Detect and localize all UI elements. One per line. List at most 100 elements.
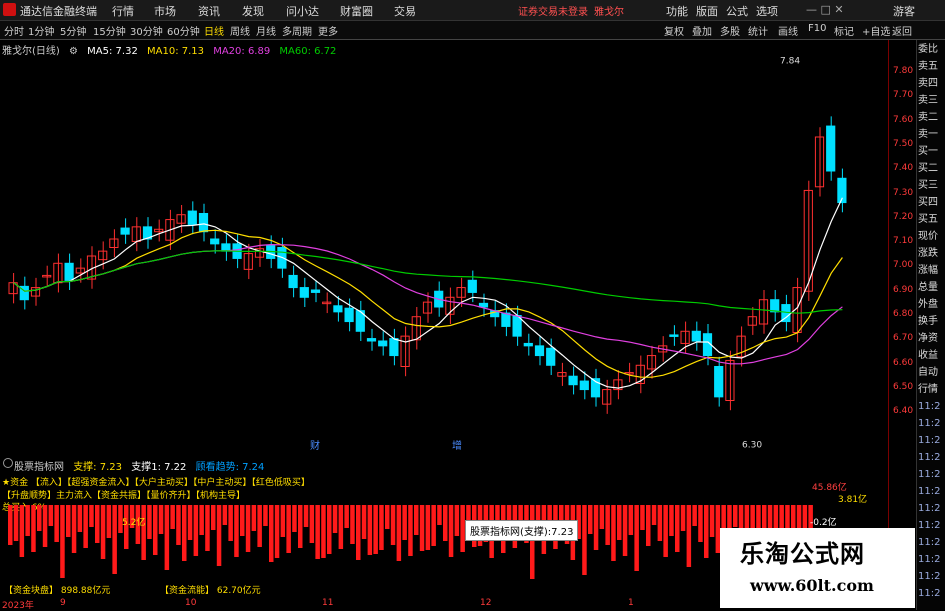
indicator-bar [437, 505, 442, 525]
menu-zixun[interactable]: 资讯 [198, 3, 220, 19]
kline-chart[interactable]: 7.84 6.30 财 增 [0, 55, 888, 455]
indicator-bar [141, 505, 146, 560]
period-60min[interactable]: 60分钟 [167, 23, 200, 38]
indicator-bar [240, 505, 245, 536]
side-panel-item[interactable]: 买四 [918, 197, 945, 209]
btn-duogu[interactable]: 多股 [720, 23, 740, 38]
side-panel-item[interactable]: 11:2 [918, 435, 945, 447]
side-panel-item[interactable]: 卖一 [918, 129, 945, 141]
menu-wenxiaoda[interactable]: 问小达 [286, 3, 319, 19]
window-controls-icon[interactable]: — □ ✕ [806, 3, 844, 16]
side-panel-item[interactable]: 11:2 [918, 418, 945, 430]
side-panel-item[interactable]: 卖五 [918, 61, 945, 73]
period-weekly[interactable]: 周线 [230, 23, 250, 38]
side-panel-item[interactable]: 行情 [918, 384, 945, 396]
indicator-bar [60, 505, 65, 578]
indicator-title[interactable]: 股票指标网 [14, 462, 64, 473]
side-panel-item[interactable]: 自动 [918, 367, 945, 379]
period-5min[interactable]: 5分钟 [60, 23, 86, 38]
side-panel-item[interactable]: 卖三 [918, 95, 945, 107]
candle [770, 299, 780, 313]
candle [344, 307, 354, 323]
menu-hangqing[interactable]: 行情 [112, 3, 134, 19]
indicator-bar [292, 505, 297, 532]
side-panel-item[interactable]: 现价 [918, 231, 945, 243]
side-panel-item[interactable]: 11:2 [918, 571, 945, 583]
side-panel-item[interactable]: 买二 [918, 163, 945, 175]
menu-faxian[interactable]: 发现 [242, 3, 264, 19]
indicator-bar [95, 505, 100, 543]
period-monthly[interactable]: 月线 [256, 23, 276, 38]
side-panel-item[interactable]: 11:2 [918, 452, 945, 464]
side-panel-item[interactable]: 买一 [918, 146, 945, 158]
indicator-bar [228, 505, 233, 541]
menu-banmian[interactable]: 版面 [696, 3, 718, 19]
side-panel-item[interactable]: 涨跌 [918, 248, 945, 260]
menu-gongshi[interactable]: 公式 [726, 3, 748, 19]
btn-huaxian[interactable]: 画线 [778, 23, 798, 38]
candle [42, 274, 52, 278]
side-panel-item[interactable]: 换手 [918, 316, 945, 328]
candle [288, 274, 298, 289]
menu-youke[interactable]: 游客 [893, 3, 915, 19]
side-panel-item[interactable]: 收益 [918, 350, 945, 362]
indicator-bar [303, 505, 309, 527]
side-panel-item[interactable]: 11:2 [918, 554, 945, 566]
period-daily[interactable]: 日线 [204, 23, 224, 38]
indicator-bar [530, 505, 535, 579]
indicator-bar [733, 505, 738, 527]
side-panel-item[interactable]: 涨幅 [918, 265, 945, 277]
indicator-row-1: ★资金 【流入】【超强资金流入】【大户主动买】【中户主动买】【红色低吸买】 [2, 478, 310, 488]
btn-fanhui[interactable]: 返回 [892, 23, 912, 38]
trend-label: 顾看趋势: 7.24 [195, 462, 265, 473]
side-panel-item[interactable]: 净资 [918, 333, 945, 345]
indicator-bar [222, 505, 228, 525]
menu-gongneng[interactable]: 功能 [666, 3, 688, 19]
candle [75, 267, 85, 274]
indicator-bar [651, 505, 657, 525]
side-panel-item[interactable]: 外盘 [918, 299, 945, 311]
side-panel-item[interactable]: 11:2 [918, 401, 945, 413]
side-panel-item[interactable]: 卖二 [918, 112, 945, 124]
period-fenshi[interactable]: 分时 [4, 23, 24, 38]
side-panel-item[interactable]: 委比 [918, 44, 945, 56]
side-panel-item[interactable]: 11:2 [918, 537, 945, 549]
side-panel-item[interactable]: 11:2 [918, 520, 945, 532]
btn-biaoji[interactable]: 标记 [834, 23, 854, 38]
period-1min[interactable]: 1分钟 [28, 23, 54, 38]
side-panel-item[interactable]: 11:2 [918, 469, 945, 481]
date-label: 12 [480, 598, 492, 608]
indicator-bar [390, 505, 396, 545]
period-multi[interactable]: 多周期 [282, 23, 312, 38]
side-panel-item[interactable]: 11:2 [918, 486, 945, 498]
price-tick: 7.30 [893, 187, 914, 198]
menu-jiaoyi[interactable]: 交易 [394, 3, 416, 19]
period-30min[interactable]: 30分钟 [130, 23, 163, 38]
period-more[interactable]: 更多 [318, 23, 338, 38]
side-panel-item[interactable]: 11:2 [918, 588, 945, 600]
candle [378, 340, 388, 347]
candle [534, 345, 545, 357]
side-panel-item[interactable]: 总量 [918, 282, 945, 294]
period-15min[interactable]: 15分钟 [93, 23, 126, 38]
btn-tongji[interactable]: 统计 [748, 23, 768, 38]
event-marker: 增 [452, 439, 462, 452]
btn-zixuan[interactable]: +自选 [862, 23, 890, 38]
side-panel-item[interactable]: 卖四 [918, 78, 945, 90]
indicator-bar [344, 505, 349, 528]
menu-caifuquan[interactable]: 财富圈 [340, 3, 373, 19]
menu-shichang[interactable]: 市场 [154, 3, 176, 19]
menu-xuanxiang[interactable]: 选项 [756, 3, 778, 19]
indicator-bar [286, 505, 291, 553]
candle [366, 338, 377, 342]
candle [546, 347, 556, 366]
side-panel-item[interactable]: 11:2 [918, 503, 945, 515]
side-panel-item[interactable]: 买三 [918, 180, 945, 192]
btn-fuquan[interactable]: 复权 [664, 23, 684, 38]
side-panel-item[interactable]: 买五 [918, 214, 945, 226]
indicator-bar [431, 505, 436, 546]
btn-f10[interactable]: F10 [808, 23, 826, 34]
indicator-bar [617, 505, 622, 540]
login-warning[interactable]: 证券交易未登录 [518, 3, 588, 18]
btn-diejia[interactable]: 叠加 [692, 23, 712, 38]
